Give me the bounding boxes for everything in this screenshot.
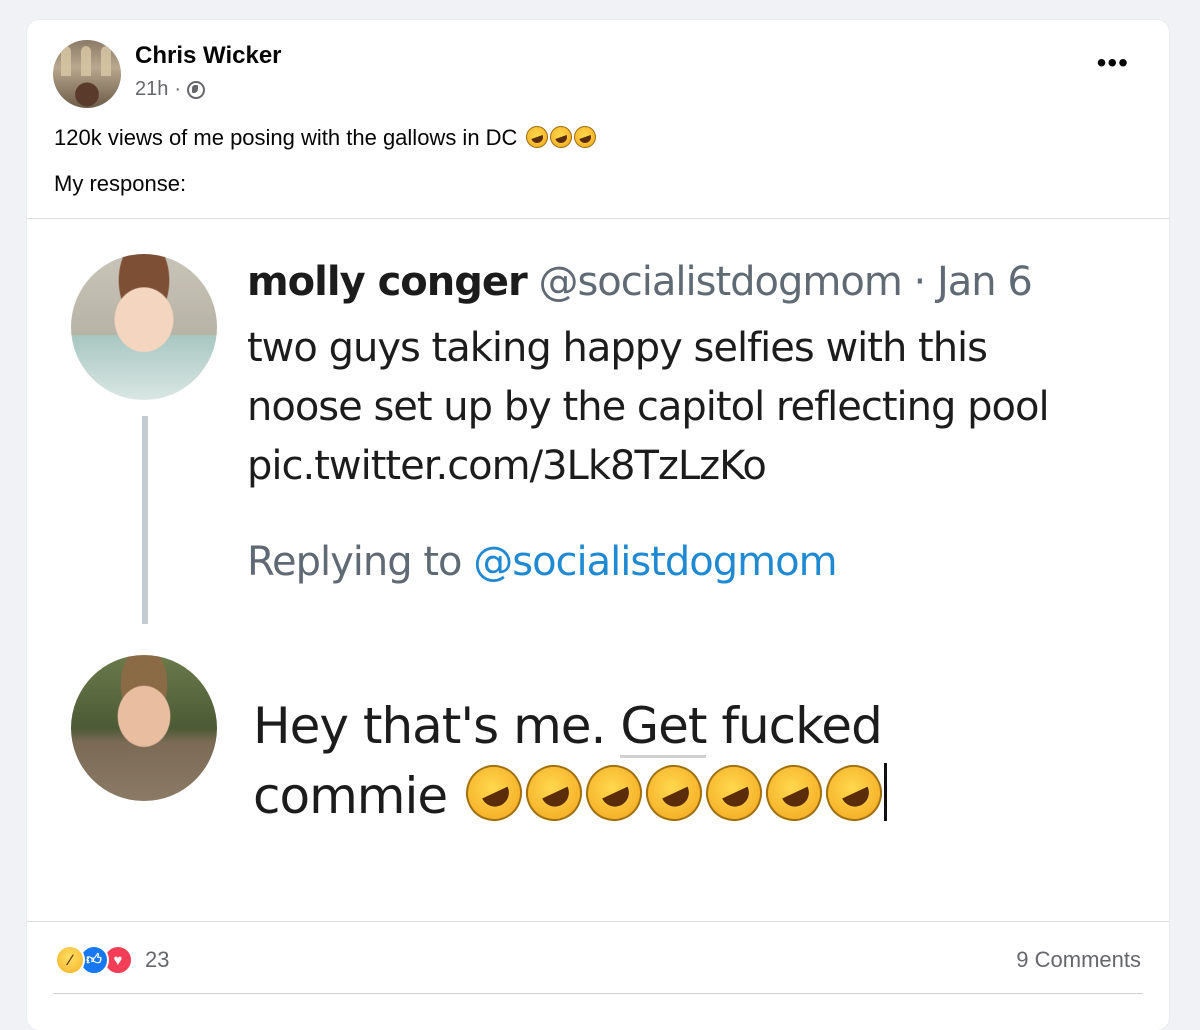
tweet-author-name: molly conger — [247, 259, 528, 305]
post-meta: 21h · — [135, 78, 206, 101]
rolling-laughing-emoji-icon — [636, 755, 712, 831]
reply-line-1: Hey that's me. Get fucked — [253, 691, 887, 761]
reaction-summary[interactable]: ∕ 👍︎ ♥ 23 — [55, 945, 169, 975]
reply-text-part: Hey that's me. — [253, 697, 621, 755]
replying-handle: @socialistdogmom — [473, 539, 837, 585]
rolling-laughing-emoji-icon — [570, 122, 599, 152]
post-text-line: 120k views of me posing with the gallows… — [54, 125, 518, 150]
rolling-laughing-emoji-icon — [696, 755, 772, 831]
post-time[interactable]: 21h — [135, 78, 168, 101]
tweet-header: molly conger @socialistdogmom · Jan 6 — [247, 259, 1033, 305]
meta-separator: · — [174, 78, 182, 100]
rolling-laughing-emoji-icon — [576, 755, 652, 831]
replying-to: Replying to @socialistdogmom — [247, 539, 838, 585]
author-name[interactable]: Chris Wicker — [135, 42, 282, 70]
tweet-text-line: pic.twitter.com/3Lk8TzLzKo — [247, 443, 767, 489]
thread-line — [142, 416, 148, 624]
reply-text: Hey that's me. Get fucked commie — [253, 691, 892, 831]
text-cursor — [884, 763, 888, 821]
tweet-author-avatar — [71, 254, 217, 400]
post-text-line: My response: — [54, 171, 187, 196]
tweet-text-line: two guys taking happy selfies with this — [247, 325, 988, 371]
rolling-laughing-emoji-icon — [816, 755, 892, 831]
rolling-laughing-emoji-icon — [456, 755, 532, 831]
tweet-date-separator: · — [913, 259, 927, 305]
globe-icon — [187, 80, 206, 99]
reply-text-part: fucked — [706, 697, 882, 755]
reply-author-avatar — [71, 655, 217, 801]
more-options-icon[interactable]: ••• — [1097, 49, 1129, 77]
reply-text-part: commie — [253, 767, 448, 825]
comments-count-link[interactable]: 9 Comments — [1016, 947, 1141, 973]
avatar-detail — [81, 46, 91, 76]
rolling-laughing-emoji-icon — [522, 122, 551, 152]
post-text: 120k views of me posing with the gallows… — [54, 122, 599, 152]
rolling-laughing-emoji-icon — [546, 122, 575, 152]
divider — [53, 993, 1143, 994]
reaction-count: 23 — [145, 947, 170, 972]
author-avatar[interactable] — [53, 40, 121, 108]
divider — [27, 921, 1169, 922]
tweet-date: Jan 6 — [936, 259, 1033, 305]
tweet-text-line: noose set up by the capitol reflecting p… — [247, 384, 1050, 430]
avatar-detail — [101, 46, 111, 76]
tweet-author-handle: @socialistdogmom — [538, 259, 902, 305]
tweet-text: two guys taking happy selfies with this … — [247, 319, 1050, 496]
reply-text-underlined: Get — [620, 697, 707, 758]
rolling-laughing-emoji-icon — [516, 755, 592, 831]
replying-prefix: Replying to — [247, 539, 463, 585]
avatar-detail — [61, 46, 71, 76]
attached-screenshot[interactable]: molly conger @socialistdogmom · Jan 6 tw… — [27, 219, 1169, 921]
post-card: Chris Wicker 21h · ••• 120k views of me … — [27, 20, 1169, 1030]
rolling-laughing-emoji-icon — [756, 755, 832, 831]
reply-line-2: commie — [253, 755, 892, 831]
haha-reaction-icon: ∕ — [55, 945, 85, 975]
